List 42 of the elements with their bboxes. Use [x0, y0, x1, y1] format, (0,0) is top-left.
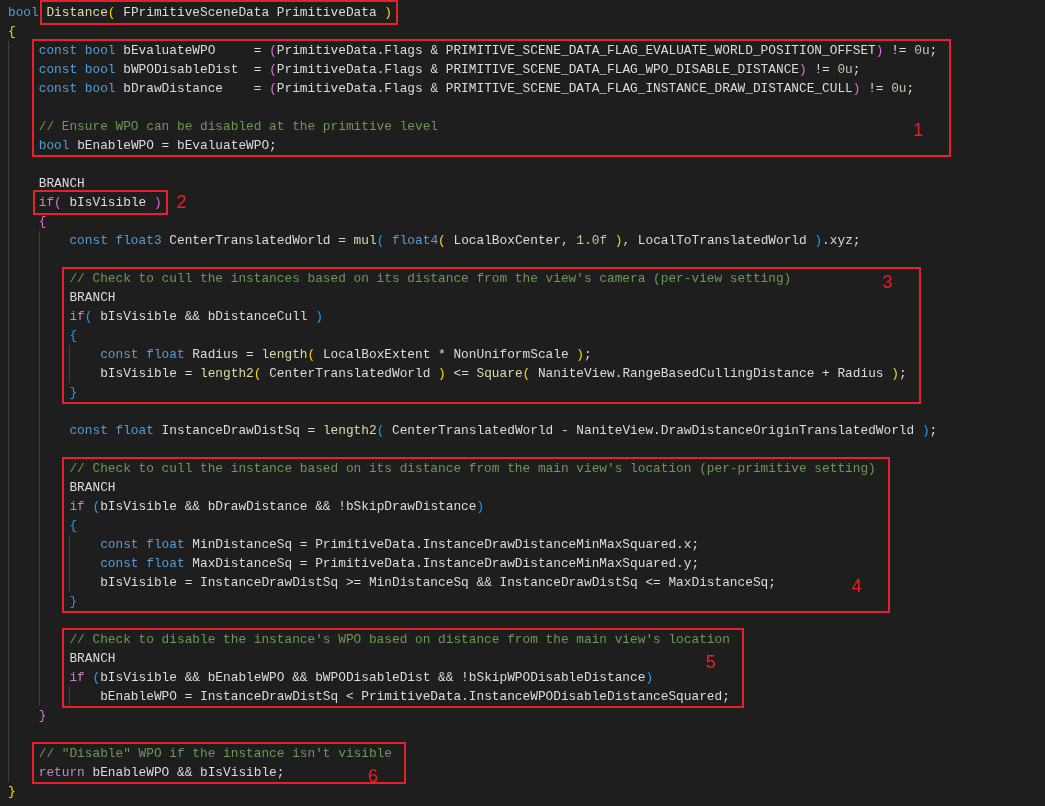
code-line: if( bIsVisible && bDistanceCull ) [69, 308, 323, 326]
code-line: if (bIsVisible && bEnableWPO && bWPODisableDist && !bSkipWPODisableDistance) [69, 669, 654, 687]
code-line: // "Disable" WPO if the instance isn't visible [38, 745, 392, 763]
code-line: if (bIsVisible && bDrawDistance && !bSkipDrawDistance) [69, 498, 485, 516]
annotation-box: Distance( FPrimitiveSceneData PrimitiveData ) [43, 3, 395, 22]
code-line: const float InstanceDrawDistSq = length2( CenterTranslatedWorld - NaniteView.DrawDistanceOriginTranslatedWorld ); [69, 422, 938, 440]
code-line: const bool bDrawDistance = (PrimitiveData.Flags & PRIMITIVE_SCENE_DATA_FLAG_INSTANCE_DRAW_DISTANCE_CULL) != 0u; [38, 80, 915, 98]
code-line: // Check to cull the instance based on its distance from the main view's location (per-primitive setting) [69, 460, 876, 478]
code-line: BRANCH [69, 479, 116, 497]
code-line: } [69, 593, 78, 611]
annotation-number: 4 [851, 577, 862, 596]
code-line: const bool bWPODisableDist = (PrimitiveData.Flags & PRIMITIVE_SCENE_DATA_FLAG_WPO_DISABLE_DISTANCE) != 0u; [38, 61, 861, 79]
annotation-box: if( bIsVisible ) [35, 193, 165, 212]
code-line: // Check to cull the instances based on its distance from the view's camera (per-view setting) [69, 270, 792, 288]
code-line: bEnableWPO = InstanceDrawDistSq < PrimitiveData.InstanceWPODisableDistanceSquared; [100, 688, 730, 706]
annotation-number: 5 [705, 653, 716, 672]
code-line: return bEnableWPO && bIsVisible; [38, 764, 285, 782]
annotation-number: 3 [882, 273, 893, 292]
code-line: bIsVisible = InstanceDrawDistSq >= MinDistanceSq && InstanceDrawDistSq <= MaxDistanceSq; [100, 574, 776, 592]
code-line: const float MaxDistanceSq = PrimitiveData.InstanceDrawDistanceMinMaxSquared.y; [100, 555, 700, 573]
code-line: // Check to disable the instance's WPO based on distance from the main view's location [69, 631, 730, 649]
code-line: // Ensure WPO can be disabled at the primitive level [38, 118, 439, 136]
code-line: const float Radius = length( LocalBoxExtent * NonUniformScale ); [100, 346, 592, 364]
code-line: } [69, 384, 78, 402]
code-line: { [8, 23, 16, 41]
code-line: BRANCH [69, 650, 116, 668]
code-line: bIsVisible = length2( CenterTranslatedWorld ) <= Square( NaniteView.RangeBasedCullingDistance + Radius ); [100, 365, 907, 383]
annotation-number: 6 [367, 767, 378, 786]
code-line: bool [8, 4, 40, 22]
code-line: BRANCH [38, 175, 85, 193]
code-line: } [38, 707, 47, 725]
code-line: { [38, 213, 47, 231]
code-line: } [8, 783, 16, 801]
code-line: { [69, 327, 78, 345]
code-line: BRANCH [69, 289, 116, 307]
code-line: const float MinDistanceSq = PrimitiveData.InstanceDrawDistanceMinMaxSquared.x; [100, 536, 700, 554]
code-line: const float3 CenterTranslatedWorld = mul( float4( LocalBoxCenter, 1.0f ), LocalToTranslatedWorld ).xyz; [69, 232, 861, 250]
annotation-number: 1 [913, 121, 924, 140]
annotation-number: 2 [176, 193, 187, 212]
code-line: { [69, 517, 78, 535]
code-line: bool bEnableWPO = bEvaluateWPO; [38, 137, 277, 155]
code-line: const bool bEvaluateWPO = (PrimitiveData.Flags & PRIMITIVE_SCENE_DATA_FLAG_EVALUATE_WORLD_POSITION_OFFSET) != 0u; [38, 42, 938, 60]
